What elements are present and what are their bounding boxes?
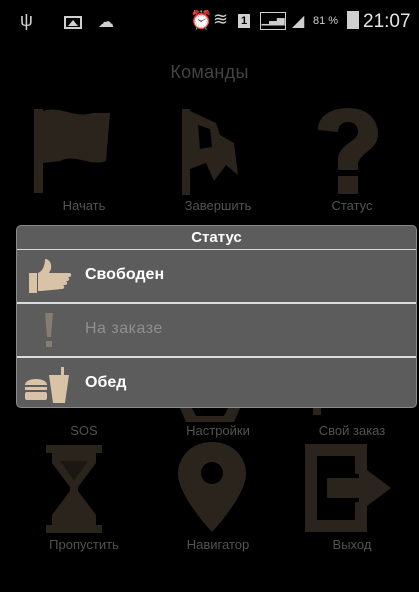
- status-bar: ψ ☁ ⏰ ≋ 1 ▁▃▅ ◢ 81 % 21:07: [0, 0, 419, 44]
- dialog-title: Статус: [17, 226, 416, 250]
- status-option-label: Свободен: [85, 266, 165, 283]
- status-option-label: Обед: [85, 374, 127, 391]
- thumbs-up-icon: [29, 259, 72, 293]
- status-option-label: На заказе: [85, 320, 163, 337]
- usb-icon: ψ: [20, 10, 33, 30]
- status-option-on-order: На заказе: [17, 304, 416, 358]
- sim-slot-icon: 1: [238, 14, 250, 28]
- alarm-icon: ⏰: [190, 10, 213, 30]
- status-dialog: Статус Свободен На заказе Обед: [16, 225, 417, 408]
- signal-strength-icon-2: ◢: [292, 13, 305, 30]
- status-option-free[interactable]: Свободен: [17, 250, 416, 304]
- image-notification-icon: [64, 16, 82, 29]
- weather-icon: ☁: [98, 14, 114, 31]
- wifi-icon: ≋: [213, 9, 229, 29]
- exclamation-icon: [45, 313, 53, 347]
- battery-percent: 81 %: [313, 15, 339, 27]
- battery-icon: [347, 11, 359, 29]
- clock: 21:07: [363, 11, 411, 32]
- lunch-icon: [25, 367, 69, 403]
- signal-strength-icon: ▁▃▅: [260, 12, 286, 30]
- status-option-lunch[interactable]: Обед: [17, 358, 416, 407]
